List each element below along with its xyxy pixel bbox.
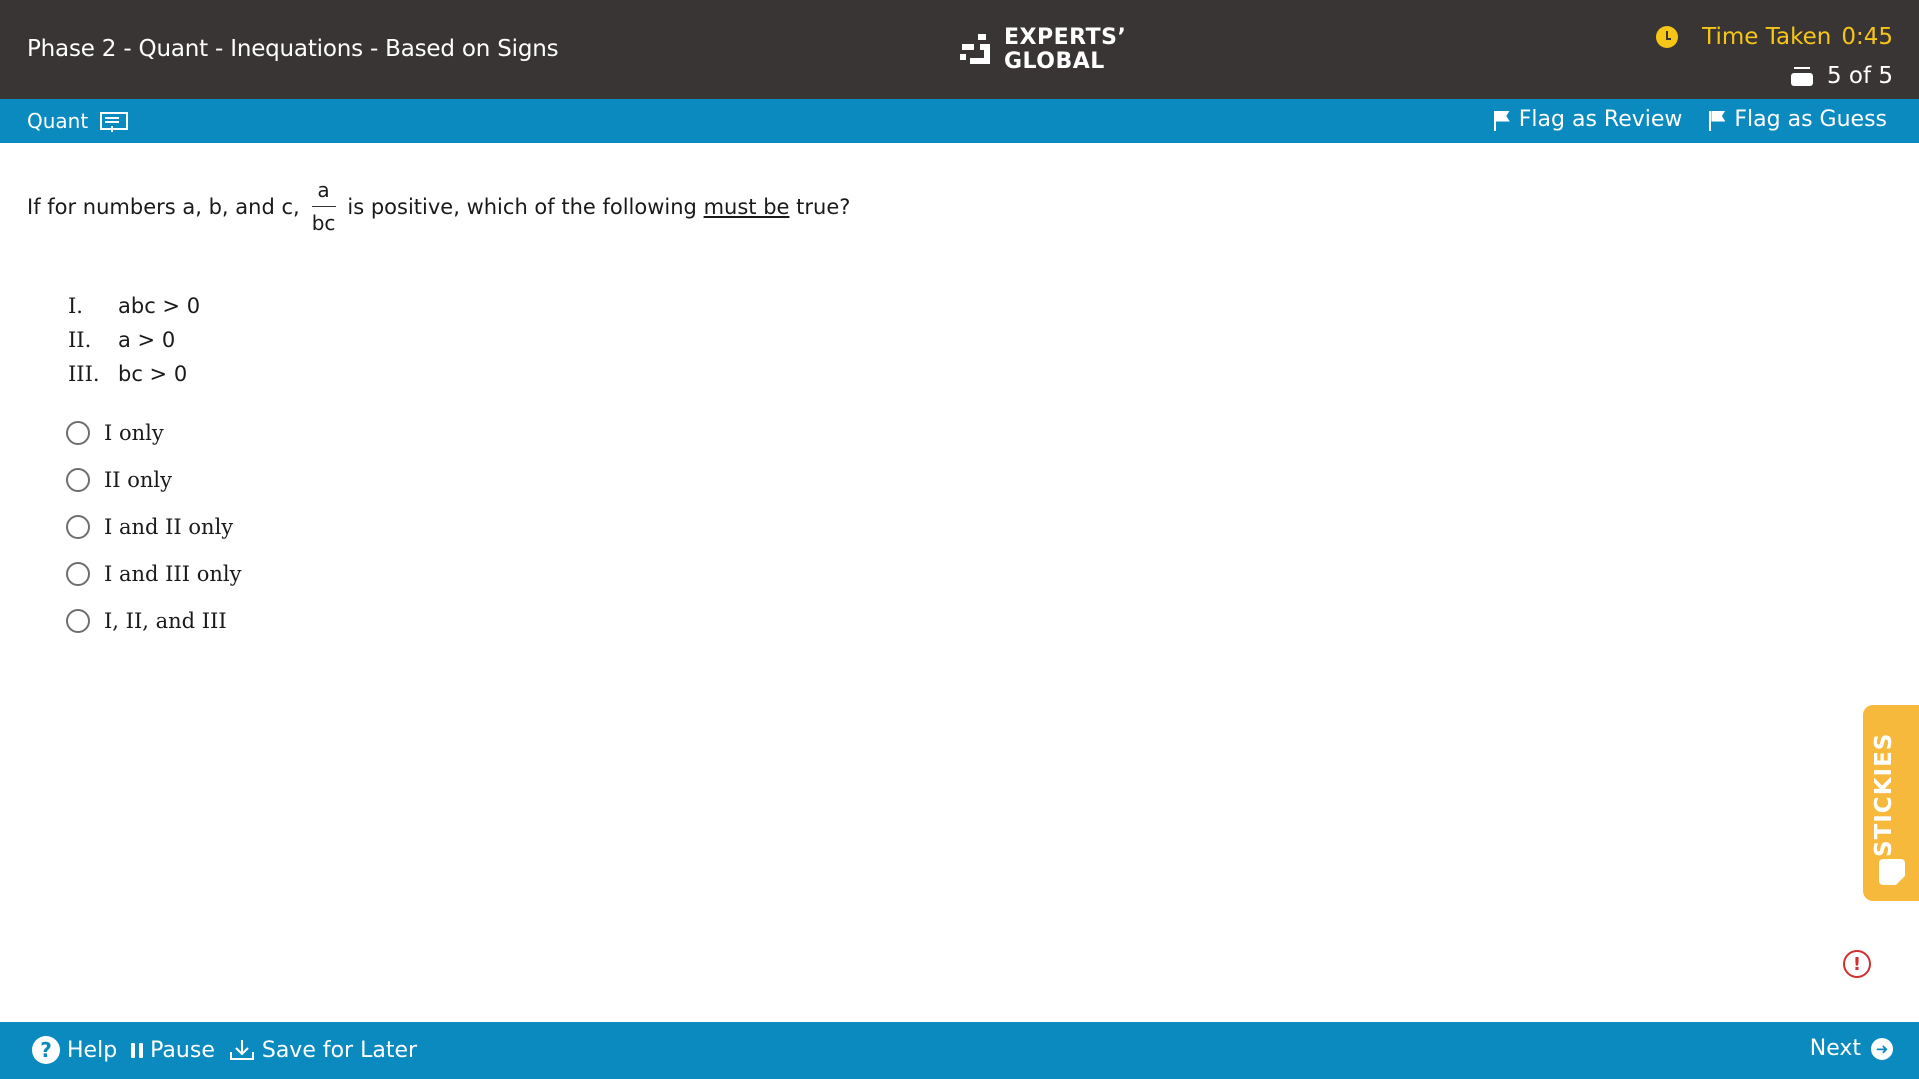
experts-global-logo: EXPERTS’ GLOBAL <box>958 26 1126 74</box>
arrow-right-icon: ➜ <box>1871 1037 1893 1060</box>
top-header: Phase 2 - Quant - Inequations - Based on… <box>0 0 1919 99</box>
flag-icon <box>1493 109 1511 131</box>
question-prefix: If for numbers a, b, and c, <box>27 194 300 219</box>
pause-label: Pause <box>150 1037 215 1063</box>
answer-options: I only II only I and II only I and III o… <box>66 409 241 644</box>
pause-button[interactable]: Pause <box>131 1038 215 1063</box>
answer-option[interactable]: II only <box>66 456 241 503</box>
counter-text: 5 of 5 <box>1826 63 1893 89</box>
statement-item: III. bc > 0 <box>68 357 200 391</box>
radio-button[interactable] <box>66 467 90 492</box>
question-counter: 5 of 5 <box>1790 63 1893 89</box>
option-label[interactable]: I and II only <box>104 515 233 539</box>
sticky-note-icon <box>1879 859 1905 885</box>
answer-option[interactable]: I and II only <box>66 503 241 550</box>
fraction-numerator: a <box>317 178 330 202</box>
statement-text: bc > 0 <box>118 362 188 386</box>
logo-line2: GLOBAL <box>1004 49 1105 74</box>
flag-as-guess-button[interactable]: Flag as Guess <box>1708 107 1887 132</box>
footer-controls: ? Help Pause Save for Later <box>32 1036 417 1064</box>
clock-icon <box>1656 26 1679 48</box>
statement-text: abc > 0 <box>118 294 201 318</box>
section-bar: Quant Flag as Review Flag as Guess <box>0 99 1919 143</box>
statement-numeral: I. <box>68 294 83 318</box>
help-button[interactable]: ? Help <box>32 1036 117 1064</box>
answer-option[interactable]: I and III only <box>66 550 241 597</box>
flag-controls: Flag as Review Flag as Guess <box>1493 107 1887 132</box>
fraction-bar <box>311 206 336 207</box>
fraction: a bc <box>310 178 338 235</box>
statement-item: II. a > 0 <box>68 323 200 357</box>
test-title: Phase 2 - Quant - Inequations - Based on… <box>27 36 559 62</box>
flag-review-label: Flag as Review <box>1518 107 1683 132</box>
timer: Time Taken 0:45 <box>1656 24 1893 50</box>
option-label[interactable]: I and III only <box>104 562 241 586</box>
timer-value: 0:45 <box>1841 24 1893 50</box>
download-icon <box>229 1038 255 1062</box>
question-middle: is positive, which of the following <box>347 194 697 219</box>
flag-as-review-button[interactable]: Flag as Review <box>1493 107 1683 132</box>
save-for-later-button[interactable]: Save for Later <box>229 1038 417 1063</box>
timer-label: Time Taken <box>1702 24 1832 50</box>
whiteboard-icon[interactable] <box>100 111 129 132</box>
statement-list: I. abc > 0 II. a > 0 III. bc > 0 <box>68 289 200 391</box>
answer-option[interactable]: I, II, and III <box>66 597 241 644</box>
save-for-later-label: Save for Later <box>261 1037 418 1063</box>
option-label[interactable]: I only <box>104 421 164 445</box>
report-issue-icon[interactable]: ! <box>1843 950 1871 978</box>
radio-button[interactable] <box>66 514 90 539</box>
stickies-label: STICKIES <box>1871 732 1897 858</box>
next-label: Next <box>1809 1036 1861 1061</box>
statement-numeral: III. <box>68 362 100 386</box>
flag-guess-label: Flag as Guess <box>1734 107 1887 132</box>
answer-option[interactable]: I only <box>66 409 241 456</box>
statement-numeral: II. <box>68 328 92 352</box>
statement-item: I. abc > 0 <box>68 289 200 323</box>
radio-button[interactable] <box>66 608 90 633</box>
radio-button[interactable] <box>66 561 90 586</box>
option-label[interactable]: I, II, and III <box>104 609 227 633</box>
logo-line1: EXPERTS’ <box>1004 25 1127 50</box>
section-label: Quant <box>27 109 89 133</box>
option-label[interactable]: II only <box>104 468 172 492</box>
logo-mark-icon <box>960 34 990 64</box>
flag-icon <box>1708 109 1726 131</box>
question-stem: If for numbers a, b, and c, a bc is posi… <box>27 178 850 235</box>
pause-icon <box>131 1042 144 1058</box>
question-stack-icon <box>1790 67 1813 86</box>
fraction-denominator: bc <box>311 211 336 235</box>
stickies-tab[interactable]: STICKIES <box>1863 705 1919 901</box>
radio-button[interactable] <box>66 420 90 445</box>
footer-bar: ? Help Pause Save for Later Next ➜ <box>0 1022 1919 1079</box>
question-emphasis: must be <box>703 194 790 219</box>
help-label: Help <box>67 1037 118 1063</box>
next-button[interactable]: Next ➜ <box>1810 1036 1893 1061</box>
statement-text: a > 0 <box>118 328 176 352</box>
help-icon: ? <box>32 1036 60 1064</box>
question-suffix: true? <box>796 194 851 219</box>
section-indicator: Quant <box>27 109 129 133</box>
